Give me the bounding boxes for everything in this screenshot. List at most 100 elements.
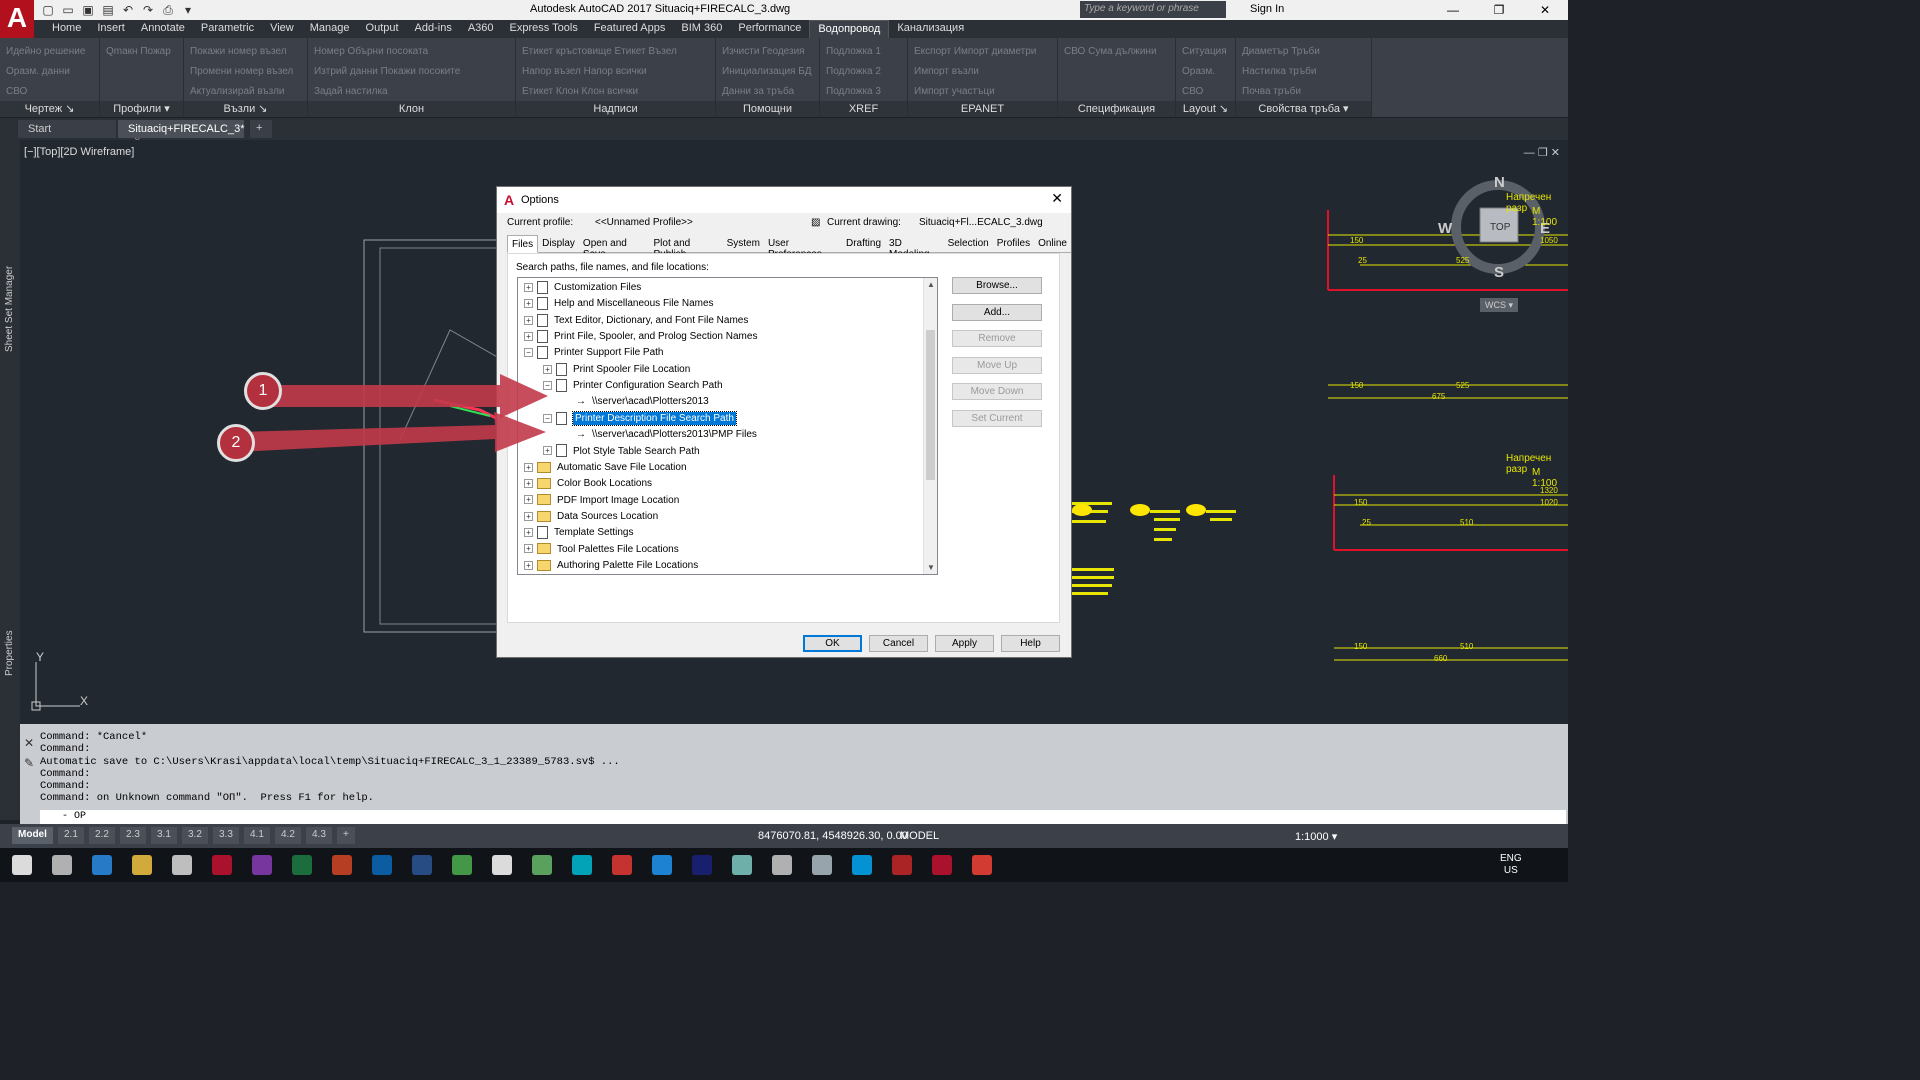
- layout-tab[interactable]: 3.2: [182, 827, 208, 844]
- tree-item[interactable]: + Print File, Spooler, and Prolog Section…: [524, 329, 757, 345]
- save-as-icon[interactable]: ▤: [100, 2, 116, 18]
- ribbon-command[interactable]: Импорт участъци: [914, 82, 1036, 102]
- options-tab[interactable]: Plot and Publish: [649, 235, 723, 260]
- ribbon-command[interactable]: Почва тръби: [1242, 82, 1320, 102]
- ribbon-panel-title[interactable]: EPANET: [908, 101, 1057, 117]
- expand-icon[interactable]: +: [524, 560, 533, 570]
- annotation-scale[interactable]: 1:1000 ▾: [1295, 830, 1337, 843]
- scroll-thumb[interactable]: [926, 330, 935, 480]
- app-icon[interactable]: [572, 855, 592, 875]
- calculator-icon[interactable]: [772, 855, 792, 875]
- options-tab[interactable]: Selection: [943, 235, 993, 253]
- tree-item[interactable]: + Help and Miscellaneous File Names: [524, 296, 714, 312]
- ribbon-command[interactable]: СВО Сума дължини: [1064, 42, 1157, 62]
- tab-active-drawing[interactable]: Situaciq+FIRECALC_3* ×: [118, 120, 244, 147]
- layout-tab[interactable]: 4.3: [306, 827, 332, 844]
- onenote-icon[interactable]: [252, 855, 272, 875]
- expand-icon[interactable]: +: [524, 282, 533, 292]
- app-icon[interactable]: [972, 855, 992, 875]
- set-current-button[interactable]: Set Current: [952, 410, 1042, 427]
- ribbon-tab[interactable]: Manage: [302, 20, 358, 38]
- tree-item[interactable]: + Data Sources Location: [524, 509, 658, 525]
- add-button[interactable]: Add...: [952, 303, 1042, 321]
- expand-icon[interactable]: +: [524, 544, 533, 554]
- ribbon-command[interactable]: СВО: [6, 82, 85, 102]
- tree-item[interactable]: + Color Book Locations: [524, 476, 652, 492]
- ribbon-command[interactable]: Покажи номер възел: [190, 42, 293, 62]
- collapse-icon[interactable]: −: [543, 413, 552, 423]
- windows-start-icon[interactable]: [12, 855, 32, 875]
- expand-icon[interactable]: +: [543, 364, 552, 374]
- tree-item[interactable]: + Text Editor, Dictionary, and Font File …: [524, 313, 748, 329]
- tree-item[interactable]: + Print Spooler File Location: [543, 362, 690, 378]
- viewcube-west[interactable]: W: [1438, 220, 1452, 237]
- ribbon-panel-title[interactable]: Спецификация: [1058, 101, 1175, 117]
- ribbon-command[interactable]: Ситуация: [1182, 42, 1227, 62]
- viewport-controls[interactable]: — ❐ ✕: [1524, 146, 1560, 159]
- options-tab[interactable]: Drafting: [842, 235, 886, 253]
- ribbon-command[interactable]: Актуализирай възли: [190, 82, 293, 102]
- collapse-icon[interactable]: −: [543, 380, 552, 390]
- edge-icon[interactable]: [92, 855, 112, 875]
- cancel-button[interactable]: Cancel: [869, 635, 928, 652]
- save-icon[interactable]: ▣: [80, 2, 96, 18]
- ribbon-panel-title[interactable]: Чертеж ↘: [0, 101, 99, 117]
- expand-icon[interactable]: +: [524, 528, 533, 538]
- tree-item[interactable]: + Automatic Save File Location: [524, 460, 687, 476]
- ribbon-tab[interactable]: Annotate: [133, 20, 193, 38]
- powerpoint-icon[interactable]: [332, 855, 352, 875]
- ribbon-command[interactable]: Номер Обърни посоката: [314, 42, 460, 62]
- ribbon-command[interactable]: Експорт Импорт диаметри: [914, 42, 1036, 62]
- ribbon-tab[interactable]: Водопровод: [809, 20, 890, 38]
- store-icon[interactable]: [172, 855, 192, 875]
- ribbon-command[interactable]: Импорт възли: [914, 62, 1036, 82]
- sheet-set-manager-label[interactable]: Sheet Set Manager: [4, 266, 15, 352]
- new-icon[interactable]: ▢: [40, 2, 56, 18]
- expand-icon[interactable]: +: [524, 479, 533, 489]
- ribbon-command[interactable]: Оразм. данни: [6, 62, 85, 82]
- open-icon[interactable]: ▭: [60, 2, 76, 18]
- autocad-icon[interactable]: [932, 855, 952, 875]
- skype-icon[interactable]: [652, 855, 672, 875]
- add-layout-button[interactable]: +: [337, 827, 355, 844]
- ribbon-command[interactable]: Напор възел Напор всички: [522, 62, 677, 82]
- app-icon[interactable]: [812, 855, 832, 875]
- app-icon[interactable]: [852, 855, 872, 875]
- ribbon-panel-title[interactable]: XREF: [820, 101, 907, 117]
- ribbon-command[interactable]: Етикет Клон Клон всички: [522, 82, 677, 102]
- file-explorer-icon[interactable]: [132, 855, 152, 875]
- close-icon[interactable]: ✕: [1051, 190, 1063, 207]
- ribbon-panel-title[interactable]: Възли ↘: [184, 101, 307, 117]
- ribbon-command[interactable]: Етикет кръстовище Етикет Възел: [522, 42, 677, 62]
- tree-item[interactable]: − Printer Description File Search Path: [543, 410, 737, 427]
- autocad-icon[interactable]: [612, 855, 632, 875]
- close-icon[interactable]: ✕: [1522, 0, 1568, 20]
- ribbon-command[interactable]: Данни за тръба: [722, 82, 812, 102]
- ribbon-command[interactable]: Подложка 2: [826, 62, 881, 82]
- ribbon-command[interactable]: Подложка 1: [826, 42, 881, 62]
- expand-icon[interactable]: +: [524, 331, 533, 341]
- ribbon-command[interactable]: Настилка тръби: [1242, 62, 1320, 82]
- layout-tab[interactable]: 4.1: [244, 827, 270, 844]
- access-icon[interactable]: [212, 855, 232, 875]
- ok-button[interactable]: OK: [803, 635, 862, 652]
- tree-scrollbar[interactable]: ▲ ▼: [923, 278, 937, 574]
- tree-item[interactable]: → \\server\acad\Plotters2013: [576, 394, 709, 410]
- expand-icon[interactable]: +: [524, 511, 533, 521]
- viewcube-top-label[interactable]: TOP: [1490, 222, 1510, 233]
- project-icon[interactable]: [532, 855, 552, 875]
- collapse-icon[interactable]: −: [524, 348, 533, 358]
- ribbon-tab[interactable]: Канализация: [889, 20, 972, 38]
- tree-item[interactable]: + Template Settings: [524, 525, 634, 541]
- ribbon-panel-title[interactable]: Помощни: [716, 101, 819, 117]
- model-space-toggle[interactable]: MODEL: [900, 830, 939, 842]
- tab-start[interactable]: Start: [18, 120, 116, 138]
- ribbon-tab[interactable]: BIM 360: [673, 20, 730, 38]
- browse-button[interactable]: Browse...: [952, 277, 1042, 294]
- layout-tab[interactable]: 3.3: [213, 827, 239, 844]
- ribbon-panel-title[interactable]: Layout ↘: [1176, 101, 1235, 117]
- tree-item[interactable]: + Authoring Palette File Locations: [524, 558, 698, 574]
- ribbon-command[interactable]: Подложка 3: [826, 82, 881, 102]
- viewcube-south[interactable]: S: [1494, 264, 1504, 281]
- tree-item[interactable]: + Tool Palettes File Locations: [524, 542, 679, 558]
